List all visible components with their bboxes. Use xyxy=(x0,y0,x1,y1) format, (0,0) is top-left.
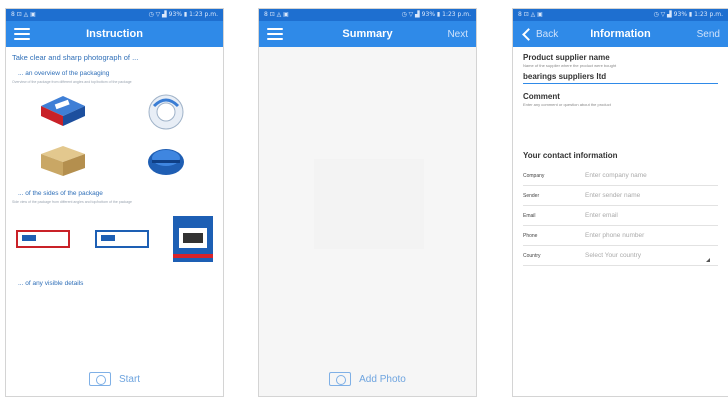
cardboard-box-image xyxy=(41,146,86,176)
email-field[interactable]: Email Enter email xyxy=(523,206,718,226)
app-bar: Back Information Send xyxy=(513,21,728,47)
country-field[interactable]: Country Select Your country xyxy=(523,246,718,266)
page-title: Summary xyxy=(342,28,393,40)
instruction-screen: 8 ⊡ ◬ ▣ ◷ ▽ ▟ 93% ▮ 1:23 p.m. Instructio… xyxy=(5,8,224,397)
start-button[interactable]: Start xyxy=(6,372,223,386)
comment-input[interactable] xyxy=(523,107,718,145)
section-sides-label: ... of the sides of the package xyxy=(18,190,103,197)
supplier-input[interactable]: bearings suppliers ltd xyxy=(523,72,718,84)
sender-label: Sender xyxy=(523,192,540,199)
contact-heading: Your contact information xyxy=(523,151,618,160)
page-title: Instruction xyxy=(86,28,143,40)
email-input[interactable]: Enter email xyxy=(585,212,618,219)
sender-field[interactable]: Sender Enter sender name xyxy=(523,186,718,206)
side-examples xyxy=(12,212,217,266)
status-right: ◷ ▽ ▟ 93% ▮ 1:23 p.m. xyxy=(148,11,219,18)
company-label: Company xyxy=(523,172,545,179)
section-overview-hint: Overview of the package from different a… xyxy=(12,80,132,84)
app-bar: Summary Next xyxy=(259,21,476,47)
menu-icon[interactable] xyxy=(14,28,30,40)
summary-screen: 8 ⊡ ◬ ▣ ◷ ▽ ▟ 93% ▮ 1:23 p.m. Summary Ne… xyxy=(258,8,477,397)
photo-area xyxy=(314,159,424,249)
add-photo-label: Add Photo xyxy=(359,373,406,385)
status-left: 8 ⊡ ◬ ▣ xyxy=(518,11,543,18)
package-side-red-image xyxy=(16,230,70,248)
section-details-label: ... of any visible details xyxy=(18,280,84,287)
instruction-heading: Take clear and sharp photograph of ... xyxy=(12,53,139,62)
country-select[interactable]: Select Your country xyxy=(585,252,641,259)
country-label: Country xyxy=(523,252,541,259)
supplier-hint: Name of the supplier where the product w… xyxy=(523,63,617,68)
email-label: Email xyxy=(523,212,536,219)
information-screen: 8 ⊡ ◬ ▣ ◷ ▽ ▟ 93% ▮ 1:23 p.m. Back Infor… xyxy=(512,8,728,397)
add-photo-button[interactable]: Add Photo xyxy=(259,372,476,386)
menu-icon[interactable] xyxy=(267,28,283,40)
supplier-label: Product supplier name xyxy=(523,53,610,62)
chevron-left-icon xyxy=(522,27,535,41)
status-bar: 8 ⊡ ◬ ▣ ◷ ▽ ▟ 93% ▮ 1:23 p.m. xyxy=(513,9,728,21)
status-bar: 8 ⊡ ◬ ▣ ◷ ▽ ▟ 93% ▮ 1:23 p.m. xyxy=(6,9,223,21)
company-field[interactable]: Company Enter company name xyxy=(523,166,718,186)
phone-field[interactable]: Phone Enter phone number xyxy=(523,226,718,246)
status-left: 8 ⊡ ◬ ▣ xyxy=(11,11,36,18)
bearing-housing-image xyxy=(147,149,184,175)
comment-label: Comment xyxy=(523,92,560,101)
package-side-blue-image xyxy=(94,230,149,248)
send-button[interactable]: Send xyxy=(697,29,720,40)
sender-input[interactable]: Enter sender name xyxy=(585,192,640,199)
camera-icon xyxy=(88,372,111,386)
next-button[interactable]: Next xyxy=(447,29,468,40)
section-overview-label: ... an overview of the packaging xyxy=(18,70,110,77)
status-bar: 8 ⊡ ◬ ▣ ◷ ▽ ▟ 93% ▮ 1:23 p.m. xyxy=(259,9,476,21)
company-input[interactable]: Enter company name xyxy=(585,172,647,179)
camera-icon xyxy=(329,372,352,386)
phone-input[interactable]: Enter phone number xyxy=(585,232,644,239)
overview-examples xyxy=(12,92,217,178)
dropdown-arrow-icon[interactable] xyxy=(706,258,710,262)
phone-label: Phone xyxy=(523,232,538,239)
start-button-label: Start xyxy=(118,373,141,385)
back-label: Back xyxy=(536,28,559,40)
status-left: 8 ⊡ ◬ ▣ xyxy=(264,11,289,18)
back-button[interactable]: Back xyxy=(521,27,559,41)
package-box-image xyxy=(41,96,86,126)
section-sides-hint: Side view of the package from different … xyxy=(12,200,132,204)
package-label-image xyxy=(173,216,213,262)
app-bar: Instruction xyxy=(6,21,223,47)
bearing-image xyxy=(148,94,184,130)
status-right: ◷ ▽ ▟ 93% ▮ 1:23 p.m. xyxy=(401,11,472,18)
status-right: ◷ ▽ ▟ 93% ▮ 1:23 p.m. xyxy=(653,11,724,18)
